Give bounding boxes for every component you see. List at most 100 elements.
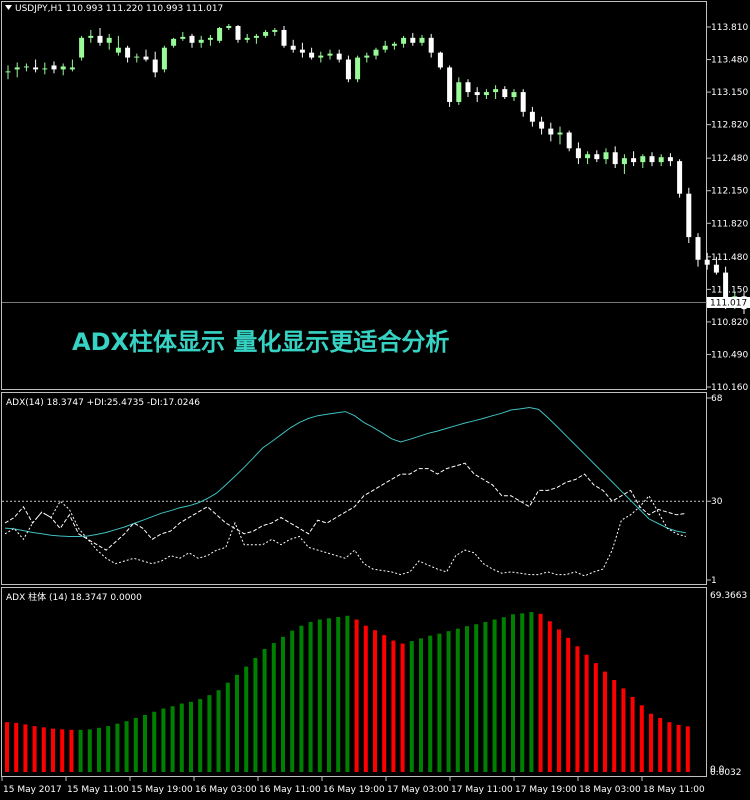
hist-bar bbox=[446, 631, 451, 772]
hist-bar bbox=[198, 699, 203, 772]
candle-body bbox=[520, 92, 526, 112]
hist-bar bbox=[299, 625, 304, 772]
candle-body bbox=[5, 71, 11, 73]
candle-body bbox=[134, 56, 140, 58]
hist-bar bbox=[106, 726, 111, 772]
candle-body bbox=[336, 53, 342, 60]
candle-body bbox=[115, 47, 121, 53]
candle-body bbox=[60, 66, 66, 70]
time-tick-label: 16 May 11:00 bbox=[259, 785, 321, 795]
candle-body bbox=[594, 154, 600, 160]
hist-bar bbox=[529, 612, 534, 772]
adx-panel-title: ADX(14) 18.3747 +DI:25.4735 -DI:17.0246 bbox=[6, 398, 200, 408]
hist-bar bbox=[391, 640, 396, 772]
hist-bar bbox=[676, 724, 681, 772]
candle-body bbox=[327, 53, 333, 56]
hist-bar bbox=[78, 729, 83, 772]
candle-body bbox=[69, 67, 75, 70]
price-tick-label: 112.150 bbox=[711, 187, 748, 197]
candle-body bbox=[88, 35, 94, 38]
candle-body bbox=[548, 128, 554, 135]
candle-body bbox=[345, 59, 351, 80]
hist-bar bbox=[271, 643, 276, 772]
time-tick-label: 15 May 11:00 bbox=[67, 785, 129, 795]
price-tick-label: 110.160 bbox=[711, 383, 748, 393]
hist-bar bbox=[428, 635, 433, 772]
price-tick-label: 113.480 bbox=[711, 56, 748, 66]
candle-body bbox=[42, 68, 48, 70]
price-tick-label: 112.480 bbox=[711, 154, 748, 164]
candle-body bbox=[189, 35, 195, 43]
hist-bar bbox=[354, 619, 359, 772]
hist-tick-max: 69.3663 bbox=[710, 591, 747, 601]
hist-bar bbox=[87, 729, 92, 772]
candle-body bbox=[465, 82, 471, 93]
candle-body bbox=[704, 259, 710, 265]
time-tick-label: 16 May 19:00 bbox=[323, 785, 385, 795]
candle-body bbox=[143, 56, 149, 60]
candle-body bbox=[125, 47, 131, 58]
price-tick-label: 110.490 bbox=[711, 350, 748, 360]
candle-body bbox=[557, 132, 563, 135]
candle-body bbox=[281, 29, 287, 46]
hist-bar bbox=[60, 729, 65, 772]
candle-body bbox=[180, 36, 186, 39]
candle-body bbox=[171, 38, 177, 46]
hist-bar bbox=[41, 727, 46, 772]
candle-body bbox=[217, 27, 223, 41]
hist-bar bbox=[667, 722, 672, 772]
hist-bar bbox=[419, 638, 423, 772]
hist-bar bbox=[520, 613, 525, 772]
hist-bar bbox=[557, 629, 561, 772]
hist-bar bbox=[658, 717, 663, 772]
candle-body bbox=[226, 26, 232, 28]
candle-body bbox=[713, 264, 719, 273]
candle-body bbox=[640, 156, 646, 163]
candle-body bbox=[493, 89, 499, 93]
hist-bar bbox=[308, 621, 313, 772]
candle-body bbox=[419, 37, 425, 43]
hist-bar bbox=[281, 636, 285, 772]
candle-body bbox=[364, 55, 370, 58]
hist-bar bbox=[327, 618, 331, 772]
adx-tick-label: 68 bbox=[711, 394, 723, 404]
hist-bar bbox=[621, 688, 626, 772]
hist-bar bbox=[465, 626, 469, 772]
hist-bar bbox=[612, 680, 617, 772]
overlay-caption: ADX柱体显示 量化显示更适合分析 bbox=[72, 328, 449, 356]
candle-body bbox=[447, 67, 453, 102]
adx-tick-label: 1 bbox=[711, 576, 717, 586]
hist-bar bbox=[474, 624, 479, 772]
candle-body bbox=[244, 37, 250, 40]
price-tick-label: 111.480 bbox=[711, 253, 748, 263]
candle-body bbox=[290, 45, 296, 50]
time-tick-label: 17 May 03:00 bbox=[387, 785, 449, 795]
mt4-chart-window[interactable]: USDJPY,H1 110.993 111.220 110.993 111.01… bbox=[0, 0, 750, 800]
hist-bar bbox=[189, 701, 193, 772]
candle-body bbox=[667, 157, 673, 162]
hist-bar bbox=[5, 722, 9, 772]
candle-body bbox=[235, 26, 241, 40]
time-tick-label: 18 May 03:00 bbox=[579, 785, 641, 795]
hist-bar bbox=[23, 724, 28, 772]
hist-bar bbox=[32, 726, 37, 772]
hist-bar bbox=[336, 617, 341, 772]
candle-body bbox=[410, 37, 416, 43]
candle-body bbox=[382, 45, 388, 50]
hist-bar bbox=[97, 727, 101, 772]
price-tick-label: 113.810 bbox=[711, 23, 748, 33]
hist-bar bbox=[566, 637, 571, 772]
hist-bar bbox=[143, 714, 147, 772]
candle-body bbox=[437, 52, 443, 68]
candle-body bbox=[198, 39, 204, 43]
time-tick-label: 17 May 11:00 bbox=[451, 785, 513, 795]
hist-bar bbox=[630, 696, 635, 772]
candle-body bbox=[511, 92, 517, 98]
candle-body bbox=[355, 57, 361, 80]
candle-body bbox=[612, 152, 618, 165]
hist-bar bbox=[290, 630, 295, 772]
candle-body bbox=[23, 66, 29, 68]
hist-bar bbox=[483, 621, 488, 772]
hist-bar bbox=[51, 728, 55, 772]
candle-body bbox=[566, 132, 572, 149]
